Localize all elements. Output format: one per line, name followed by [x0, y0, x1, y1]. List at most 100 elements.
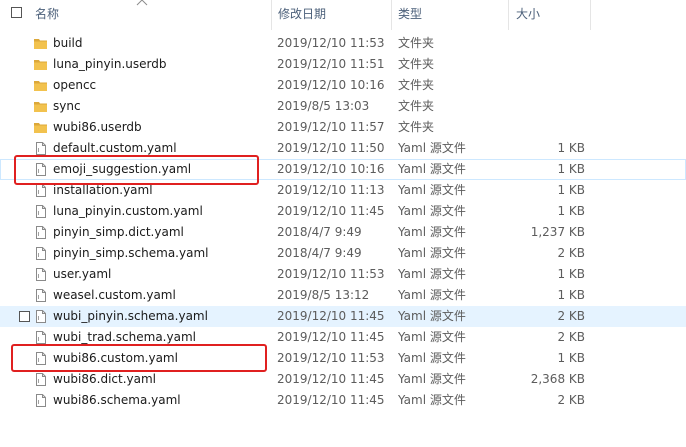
- file-modified-date: 2019/8/5 13:03: [277, 99, 370, 113]
- file-row[interactable]: wubi86.custom.yaml 2019/12/10 11:53 Yaml 源…: [0, 348, 686, 369]
- file-icon: [36, 247, 46, 260]
- file-name: pinyin_simp.schema.yaml: [53, 246, 209, 260]
- file-type: 文件夹: [398, 120, 435, 134]
- file-row[interactable]: wubi_pinyin.schema.yaml 2019/12/10 11:45 Y…: [0, 306, 686, 327]
- file-size: 2 KB: [557, 309, 585, 323]
- folder-row[interactable]: sync 2019/8/5 13:03 文件夹: [0, 96, 686, 117]
- file-size: 1 KB: [557, 141, 585, 155]
- file-type: Yaml 源文件: [398, 141, 466, 155]
- file-row[interactable]: user.yaml 2019/12/10 11:53 Yaml 源文件 1 KB: [0, 264, 686, 285]
- file-type: Yaml 源文件: [398, 225, 466, 239]
- file-row[interactable]: pinyin_simp.schema.yaml 2018/4/7 9:49 Yaml…: [0, 243, 686, 264]
- file-icon: [36, 331, 46, 344]
- file-name: sync: [53, 99, 81, 113]
- file-size: 1 KB: [557, 162, 585, 176]
- file-name: wubi_pinyin.schema.yaml: [53, 309, 208, 323]
- column-header: 名称 修改日期 类型 大小: [0, 0, 686, 30]
- column-date-header[interactable]: 修改日期: [278, 0, 326, 30]
- file-name: installation.yaml: [53, 183, 153, 197]
- folder-icon: [34, 102, 47, 112]
- select-all-checkbox[interactable]: [11, 7, 22, 18]
- file-size: 1 KB: [557, 204, 585, 218]
- file-modified-date: 2019/12/10 11:45: [277, 204, 385, 218]
- file-icon: [36, 352, 46, 365]
- file-icon: [36, 163, 46, 176]
- file-modified-date: 2019/12/10 11:45: [277, 330, 385, 344]
- file-size: 2,368 KB: [530, 372, 585, 386]
- file-type: 文件夹: [398, 36, 435, 50]
- file-icon: [36, 394, 46, 407]
- column-name-header[interactable]: 名称: [35, 0, 59, 30]
- file-type: Yaml 源文件: [398, 267, 466, 281]
- file-name: emoji_suggestion.yaml: [53, 162, 192, 176]
- file-modified-date: 2018/4/7 9:49: [277, 225, 362, 239]
- column-divider[interactable]: [508, 0, 509, 30]
- file-icon: [36, 142, 46, 155]
- file-modified-date: 2019/12/10 10:16: [277, 162, 385, 176]
- row-checkbox[interactable]: [19, 311, 30, 322]
- file-type: Yaml 源文件: [398, 372, 466, 386]
- file-modified-date: 2019/12/10 11:13: [277, 183, 385, 197]
- column-type-header[interactable]: 类型: [398, 0, 422, 30]
- file-size: 2 KB: [557, 393, 585, 407]
- file-row[interactable]: weasel.custom.yaml 2019/8/5 13:12 Yaml 源文件…: [0, 285, 686, 306]
- column-size-header[interactable]: 大小: [516, 0, 540, 30]
- file-size: 2 KB: [557, 330, 585, 344]
- file-row[interactable]: emoji_suggestion.yaml 2019/12/10 10:16 Yam…: [0, 159, 686, 180]
- file-row[interactable]: pinyin_simp.dict.yaml 2018/4/7 9:49 Yaml 源…: [0, 222, 686, 243]
- file-row[interactable]: wubi_trad.schema.yaml 2019/12/10 11:45 Yam…: [0, 327, 686, 348]
- sort-up-icon: [136, 0, 148, 6]
- file-modified-date: 2019/12/10 11:50: [277, 141, 385, 155]
- folder-row[interactable]: build 2019/12/10 11:53 文件夹: [0, 33, 686, 54]
- folder-icon: [34, 60, 47, 70]
- folder-icon: [34, 123, 47, 133]
- file-icon: [36, 205, 46, 218]
- file-modified-date: 2019/12/10 11:57: [277, 120, 385, 134]
- file-icon: [36, 184, 46, 197]
- file-name: user.yaml: [53, 267, 112, 281]
- file-size: 1 KB: [557, 351, 585, 365]
- file-icon: [36, 373, 46, 386]
- file-modified-date: 2019/12/10 11:45: [277, 393, 385, 407]
- column-divider[interactable]: [391, 0, 392, 30]
- file-modified-date: 2019/12/10 10:16: [277, 78, 385, 92]
- file-modified-date: 2018/4/7 9:49: [277, 246, 362, 260]
- file-type: Yaml 源文件: [398, 183, 466, 197]
- folder-row[interactable]: wubi86.userdb 2019/12/10 11:57 文件夹: [0, 117, 686, 138]
- file-size: 1 KB: [557, 183, 585, 197]
- folder-icon: [34, 39, 47, 49]
- file-type: Yaml 源文件: [398, 309, 466, 323]
- file-size: 1 KB: [557, 288, 585, 302]
- file-type: Yaml 源文件: [398, 330, 466, 344]
- file-row[interactable]: installation.yaml 2019/12/10 11:13 Yaml 源文…: [0, 180, 686, 201]
- file-row[interactable]: default.custom.yaml 2019/12/10 11:50 Yaml …: [0, 138, 686, 159]
- file-modified-date: 2019/12/10 11:45: [277, 372, 385, 386]
- file-name: wubi86.userdb: [53, 120, 142, 134]
- file-modified-date: 2019/8/5 13:12: [277, 288, 370, 302]
- file-icon: [36, 310, 46, 323]
- folder-icon: [34, 81, 47, 91]
- file-name: default.custom.yaml: [53, 141, 177, 155]
- file-name: opencc: [53, 78, 97, 92]
- file-modified-date: 2019/12/10 11:53: [277, 351, 385, 365]
- file-type: 文件夹: [398, 99, 435, 113]
- folder-row[interactable]: luna_pinyin.userdb 2019/12/10 11:51 文件夹: [0, 54, 686, 75]
- file-row[interactable]: luna_pinyin.custom.yaml 2019/12/10 11:45 Y…: [0, 201, 686, 222]
- file-type: Yaml 源文件: [398, 288, 466, 302]
- file-size: 1,237 KB: [530, 225, 585, 239]
- file-type: 文件夹: [398, 78, 435, 92]
- column-divider[interactable]: [271, 0, 272, 30]
- column-divider[interactable]: [590, 0, 591, 30]
- file-modified-date: 2019/12/10 11:53: [277, 267, 385, 281]
- file-type: Yaml 源文件: [398, 246, 466, 260]
- file-name: luna_pinyin.userdb: [53, 57, 167, 71]
- file-name: build: [53, 36, 83, 50]
- file-type: Yaml 源文件: [398, 351, 466, 365]
- file-name: pinyin_simp.dict.yaml: [53, 225, 184, 239]
- folder-row[interactable]: opencc 2019/12/10 10:16 文件夹: [0, 75, 686, 96]
- file-row[interactable]: wubi86.dict.yaml 2019/12/10 11:45 Yaml 源文件…: [0, 369, 686, 390]
- file-name: wubi86.dict.yaml: [53, 372, 157, 386]
- file-row[interactable]: wubi86.schema.yaml 2019/12/10 11:45 Yaml 源…: [0, 390, 686, 411]
- file-type: 文件夹: [398, 57, 435, 71]
- file-name: wubi86.custom.yaml: [53, 351, 178, 365]
